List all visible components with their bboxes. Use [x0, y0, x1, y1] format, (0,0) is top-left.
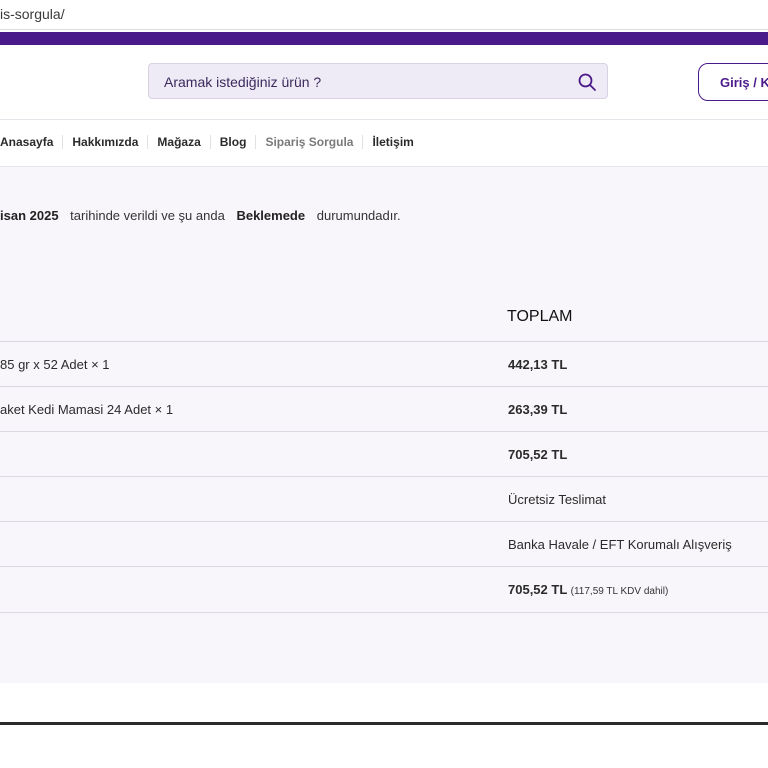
page-footer-gap — [0, 683, 768, 722]
order-status-prefix: tarihinde verildi ve şu anda — [70, 208, 225, 223]
search-icon[interactable] — [577, 72, 597, 92]
table-row: 85 gr x 52 Adet × 1 442,13 TL — [0, 341, 768, 387]
table-row: Banka Havale / EFT Korumalı Alışveriş — [0, 521, 768, 567]
total-column-header: TOPLAM — [507, 308, 573, 325]
subtotal-value: 705,52 TL — [508, 447, 568, 462]
order-date: isan 2025 — [0, 208, 59, 223]
payment-method-value: Banka Havale / EFT Korumalı Alışveriş — [508, 537, 732, 552]
nav-item-anasayfa[interactable]: Anasayfa — [0, 135, 64, 149]
grand-total: 705,52 TL (117,59 TL KDV dahil) — [508, 582, 668, 597]
grand-total-value: 705,52 TL — [508, 582, 568, 597]
site-header: Aramak istediğiniz ürün ? Giriş / Ka — [0, 45, 768, 120]
table-row: 705,52 TL (117,59 TL KDV dahil) — [0, 566, 768, 613]
main-nav: Anasayfa Hakkımızda Mağaza Blog Sipariş … — [0, 120, 768, 167]
line-total: 263,39 TL — [508, 402, 568, 417]
nav-item-hakkimizda[interactable]: Hakkımızda — [63, 135, 149, 149]
product-name: aket Kedi Mamasi 24 Adet × 1 — [0, 402, 174, 417]
shipping-value: Ücretsiz Teslimat — [508, 492, 607, 507]
order-status-suffix: durumundadır. — [316, 208, 401, 223]
window-bottom-edge — [0, 722, 768, 725]
url-text[interactable]: is-sorgula/ — [0, 6, 65, 22]
order-details-section: isan 2025 tarihinde verildi ve şu anda B… — [0, 167, 768, 683]
table-row: Ücretsiz Teslimat — [0, 476, 768, 522]
product-name: 85 gr x 52 Adet × 1 — [0, 357, 110, 372]
nav-item-blog[interactable]: Blog — [211, 135, 257, 149]
top-accent-band — [0, 32, 768, 45]
tax-note: (117,59 TL KDV dahil) — [570, 586, 669, 597]
browser-address-bar[interactable]: is-sorgula/ — [0, 0, 768, 30]
login-register-button[interactable]: Giriş / Ka — [698, 63, 768, 101]
table-row: 705,52 TL — [0, 431, 768, 477]
nav-item-iletisim[interactable]: İletişim — [363, 135, 422, 149]
line-total: 442,13 TL — [508, 357, 568, 372]
nav-item-magaza[interactable]: Mağaza — [148, 135, 211, 149]
order-status-line: isan 2025 tarihinde verildi ve şu anda B… — [0, 208, 409, 223]
table-row: aket Kedi Mamasi 24 Adet × 1 263,39 TL — [0, 386, 768, 432]
search-input[interactable]: Aramak istediğiniz ürün ? — [148, 63, 608, 99]
login-register-label: Giriş / Ka — [720, 75, 768, 90]
order-status: Beklemede — [236, 208, 306, 223]
nav-item-siparis-sorgula[interactable]: Sipariş Sorgula — [256, 135, 364, 149]
search-placeholder: Aramak istediğiniz ürün ? — [164, 74, 322, 90]
